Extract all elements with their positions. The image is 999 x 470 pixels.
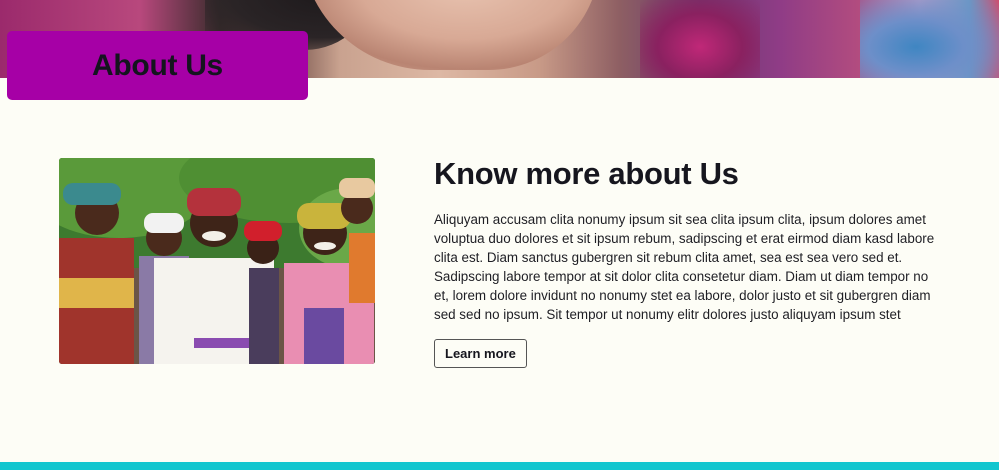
- about-content: Know more about Us Aliquyam accusam clit…: [434, 152, 954, 368]
- learn-more-button[interactable]: Learn more: [434, 339, 527, 368]
- page-title-badge: About Us: [7, 31, 308, 100]
- section-heading: Know more about Us: [434, 156, 739, 191]
- hero-background-blur: [860, 0, 999, 78]
- page-title: About Us: [92, 48, 223, 82]
- women-group-image: [59, 158, 375, 364]
- hero-background-blur: [640, 0, 760, 78]
- community-photo: [59, 158, 375, 364]
- hero-face-shape: [300, 0, 600, 70]
- footer-accent-bar: [0, 462, 999, 470]
- about-paragraph: Aliquyam accusam clita nonumy ipsum sit …: [434, 212, 935, 322]
